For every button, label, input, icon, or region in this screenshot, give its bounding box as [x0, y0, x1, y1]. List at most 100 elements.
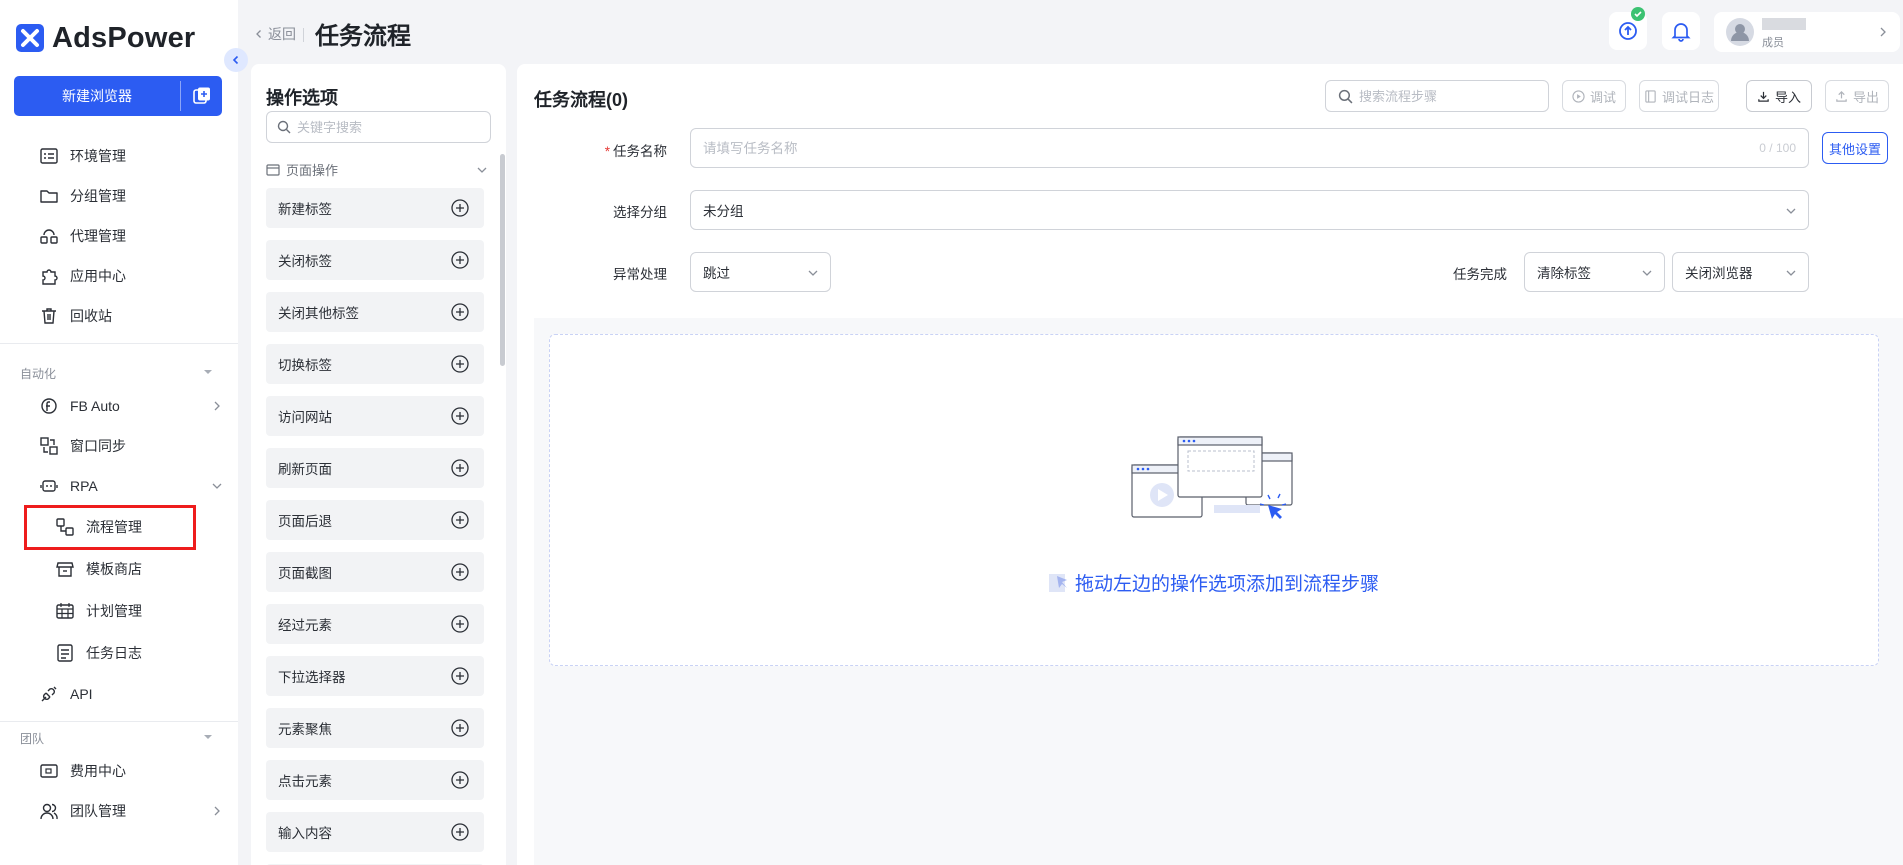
chevron-left-icon: [232, 55, 239, 65]
sidebar-item-label: 回收站: [70, 308, 112, 324]
op-item[interactable]: 关闭标签: [266, 240, 484, 280]
update-button[interactable]: [1609, 7, 1647, 50]
document-icon: [1645, 89, 1656, 103]
breadcrumb-divider: [303, 28, 304, 42]
sidebar-item-api[interactable]: API: [38, 680, 93, 708]
add-circle-icon[interactable]: [450, 354, 470, 374]
add-circle-icon[interactable]: [450, 250, 470, 270]
notification-button[interactable]: [1662, 12, 1700, 50]
sidebar-item-task-log[interactable]: 任务日志: [54, 639, 142, 667]
back-button[interactable]: 返回: [254, 24, 296, 44]
sidebar-item-billing[interactable]: 费用中心: [38, 757, 126, 785]
sidebar-item-schedule[interactable]: 计划管理: [54, 597, 142, 625]
sidebar-item-template-store[interactable]: 模板商店: [54, 555, 142, 583]
op-item[interactable]: 关闭其他标签: [266, 292, 484, 332]
op-item[interactable]: 访问网站: [266, 396, 484, 436]
op-item[interactable]: 新建标签: [266, 188, 484, 228]
complete-select-2[interactable]: 关闭浏览器: [1672, 252, 1809, 292]
sidebar-item-groups[interactable]: 分组管理: [38, 182, 126, 210]
op-item[interactable]: 点击元素: [266, 760, 484, 800]
add-circle-icon[interactable]: [450, 406, 470, 426]
op-item[interactable]: 页面截图: [266, 552, 484, 592]
ops-search-input[interactable]: [297, 119, 477, 135]
sidebar-item-label: 任务日志: [86, 645, 142, 661]
sidebar-item-env[interactable]: 环境管理: [38, 142, 126, 170]
chevron-right-icon: [1880, 27, 1886, 37]
caret-down-icon[interactable]: [203, 367, 213, 377]
group-select[interactable]: 未分组: [690, 190, 1809, 230]
op-item[interactable]: 元素聚焦: [266, 708, 484, 748]
flow-search-input[interactable]: [1359, 88, 1539, 104]
new-browser-button[interactable]: 新建浏览器: [14, 76, 222, 116]
caret-down-icon[interactable]: [203, 732, 213, 742]
user-menu[interactable]: 成员: [1714, 12, 1900, 52]
op-item[interactable]: 经过元素: [266, 604, 484, 644]
sidebar-item-label: RPA: [70, 478, 98, 494]
add-circle-icon[interactable]: [450, 458, 470, 478]
import-button[interactable]: 导入: [1746, 80, 1812, 112]
add-circle-icon[interactable]: [450, 666, 470, 686]
other-settings-button[interactable]: 其他设置: [1822, 132, 1888, 164]
exception-select-value: 跳过: [703, 266, 730, 281]
adspower-logo-icon: [16, 24, 44, 52]
sidebar-item-trash[interactable]: 回收站: [38, 302, 112, 330]
sidebar-item-fbauto[interactable]: FB Auto: [38, 392, 220, 420]
sidebar-item-team[interactable]: 团队管理: [38, 797, 220, 825]
empty-hint: 拖动左边的操作选项添加到流程步骤: [550, 569, 1878, 596]
sidebar-item-label: API: [70, 686, 93, 702]
op-item[interactable]: 刷新页面: [266, 448, 484, 488]
op-item-label: 点击元素: [278, 774, 332, 789]
complete-select-1-value: 清除标签: [1537, 266, 1591, 281]
trash-icon: [38, 305, 60, 327]
adspower-logo[interactable]: AdsPower: [16, 22, 195, 54]
exception-select[interactable]: 跳过: [690, 252, 831, 292]
sidebar-item-rpa[interactable]: RPA: [38, 472, 222, 500]
api-plug-icon: [38, 683, 60, 705]
task-name-input[interactable]: [703, 140, 1760, 156]
sidebar-item-sync[interactable]: 窗口同步: [38, 432, 126, 460]
add-circle-icon[interactable]: [450, 770, 470, 790]
section-team: 团队: [20, 732, 45, 746]
chevron-down-icon: [477, 167, 487, 173]
sidebar-item-label: 费用中心: [70, 763, 126, 779]
export-button[interactable]: 导出: [1825, 80, 1889, 112]
sidebar-item-proxy[interactable]: 代理管理: [38, 222, 126, 250]
add-circle-icon[interactable]: [450, 562, 470, 582]
add-circle-icon[interactable]: [450, 198, 470, 218]
user-role: 成员: [1762, 37, 1784, 49]
users-icon: [38, 800, 60, 822]
op-item[interactable]: 输入内容: [266, 812, 484, 852]
task-name-label-text: 任务名称: [613, 144, 667, 159]
debug-button[interactable]: 调试: [1562, 80, 1626, 112]
ops-group-page[interactable]: 页面操作: [266, 160, 491, 179]
wallet-icon: [38, 760, 60, 782]
upload-icon: [1836, 90, 1847, 102]
proxy-icon: [38, 225, 60, 247]
chevron-right-icon: [214, 401, 220, 411]
add-circle-icon[interactable]: [450, 822, 470, 842]
chevron-down-icon: [1786, 208, 1796, 214]
page-title: 任务流程: [315, 23, 411, 50]
complete-select-1[interactable]: 清除标签: [1524, 252, 1665, 292]
app-root: AdsPower 新建浏览器 环境管理 分组管理 代理管理 应用中心 回收站 自…: [0, 0, 1903, 865]
download-icon: [1758, 91, 1769, 102]
app-name: AdsPower: [52, 21, 196, 54]
flow-search-box: [1325, 80, 1549, 112]
add-circle-icon[interactable]: [450, 614, 470, 634]
complete-select-2-value: 关闭浏览器: [1685, 266, 1753, 281]
add-circle-icon[interactable]: [450, 718, 470, 738]
fb-auto-icon: [38, 395, 60, 417]
sidebar-item-label: FB Auto: [70, 398, 120, 414]
sidebar-item-apps[interactable]: 应用中心: [38, 262, 126, 290]
op-item[interactable]: 下拉选择器: [266, 656, 484, 696]
batch-add-icon[interactable]: [181, 86, 222, 106]
op-item[interactable]: 切换标签: [266, 344, 484, 384]
drop-zone[interactable]: 拖动左边的操作选项添加到流程步骤: [549, 334, 1879, 666]
op-item[interactable]: 页面后退: [266, 500, 484, 540]
add-circle-icon[interactable]: [450, 302, 470, 322]
chevron-down-icon: [1642, 270, 1652, 276]
add-circle-icon[interactable]: [450, 510, 470, 530]
sidebar-collapse-button[interactable]: [224, 48, 248, 72]
ops-scrollbar[interactable]: [500, 154, 505, 366]
debug-log-button[interactable]: 调试日志: [1639, 80, 1719, 112]
